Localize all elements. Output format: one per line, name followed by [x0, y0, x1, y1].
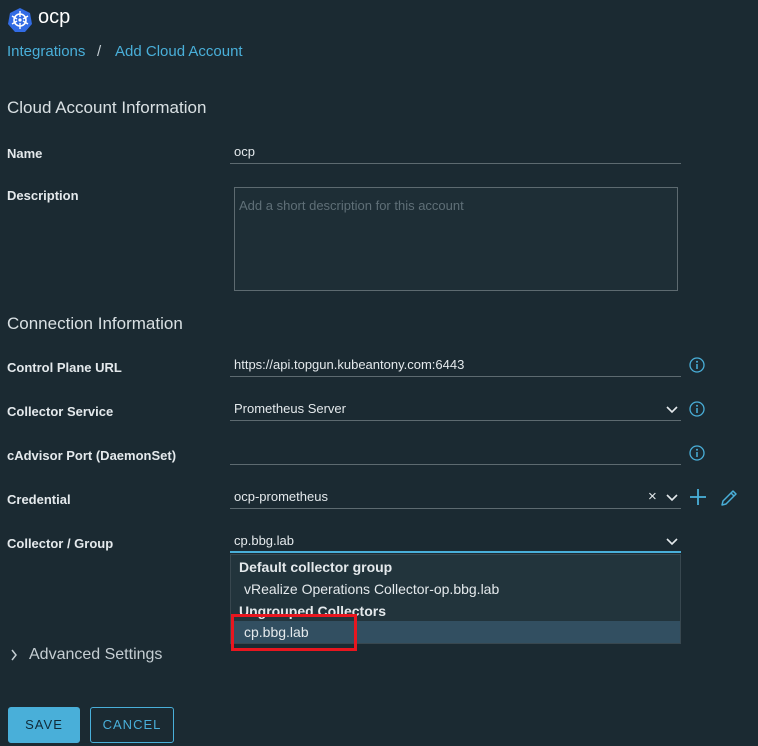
control-plane-url-input[interactable]: https://api.topgun.kubeantony.com:6443	[230, 353, 681, 377]
collector-group-label: Collector / Group	[7, 536, 114, 551]
dropdown-option[interactable]: vRealize Operations Collector-op.bbg.lab	[244, 581, 499, 597]
chevron-right-icon[interactable]	[10, 649, 18, 661]
collector-service-label: Collector Service	[7, 404, 114, 419]
cadvisor-port-label: cAdvisor Port (DaemonSet)	[7, 448, 177, 463]
name-label: Name	[7, 146, 43, 161]
dropdown-group-header: Default collector group	[239, 559, 393, 575]
collector-service-select[interactable]: Prometheus Server	[230, 397, 681, 421]
collector-group-select[interactable]: cp.bbg.lab	[230, 529, 681, 553]
clear-icon[interactable]: ×	[648, 488, 657, 505]
section-title-connection: Connection Information	[7, 314, 183, 333]
info-icon[interactable]	[689, 357, 705, 373]
annotation-highlight-box	[231, 614, 357, 651]
description-textarea[interactable]: Add a short description for this account	[234, 187, 678, 291]
breadcrumb-separator: /	[97, 43, 102, 60]
plus-icon[interactable]	[689, 488, 707, 506]
pencil-icon[interactable]	[719, 488, 739, 508]
chevron-down-icon[interactable]	[666, 494, 678, 502]
page-title: ocp	[38, 6, 71, 28]
cancel-button[interactable]: CANCEL	[90, 707, 174, 743]
breadcrumb-integrations[interactable]: Integrations	[7, 43, 85, 60]
control-plane-url-label: Control Plane URL	[7, 360, 122, 375]
chevron-down-icon[interactable]	[666, 406, 678, 414]
advanced-settings-toggle[interactable]: Advanced Settings	[29, 646, 162, 664]
credential-label: Credential	[7, 492, 71, 507]
name-input[interactable]: ocp	[230, 140, 681, 164]
credential-select[interactable]: ocp-prometheus	[230, 485, 681, 509]
breadcrumb-add-cloud-account[interactable]: Add Cloud Account	[115, 43, 243, 60]
chevron-down-icon[interactable]	[666, 538, 678, 546]
save-button[interactable]: SAVE	[8, 707, 80, 743]
kubernetes-icon	[8, 8, 32, 32]
section-title-cloud-account: Cloud Account Information	[7, 98, 207, 117]
info-icon[interactable]	[689, 401, 705, 417]
cadvisor-port-input[interactable]	[230, 441, 681, 465]
info-icon[interactable]	[689, 445, 705, 461]
description-label: Description	[7, 188, 79, 203]
